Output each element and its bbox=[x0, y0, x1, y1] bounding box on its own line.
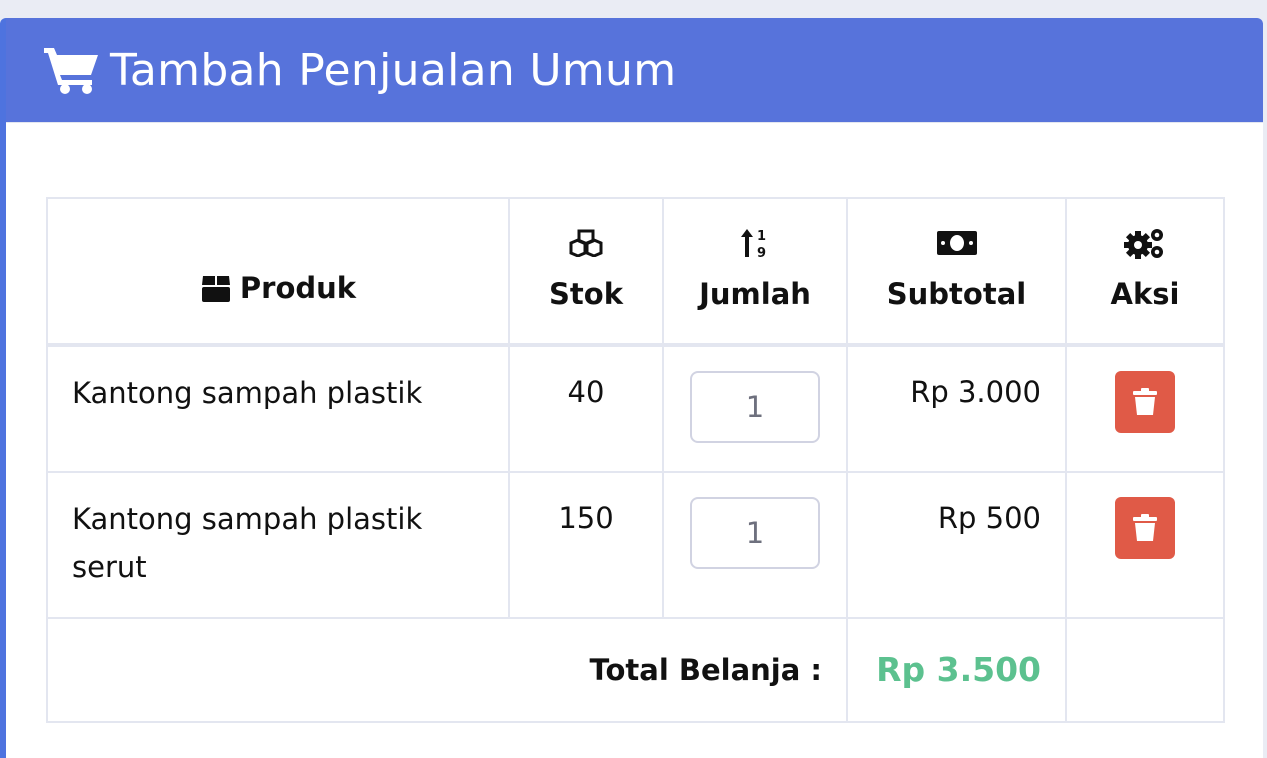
action-cell bbox=[1065, 471, 1225, 619]
quantity-cell bbox=[662, 471, 848, 619]
quantity-cell bbox=[662, 344, 848, 473]
sales-card: Tambah Penjualan Umum Produk Stok 1 9 Ju… bbox=[0, 18, 1263, 758]
card-header: Tambah Penjualan Umum bbox=[6, 18, 1263, 123]
box-icon bbox=[201, 276, 230, 302]
trash-icon bbox=[1133, 388, 1157, 415]
total-value: Rp 3.500 bbox=[846, 617, 1067, 723]
cubes-icon bbox=[569, 229, 603, 257]
product-name: Kantong sampah plastik bbox=[46, 344, 510, 473]
empty-cell bbox=[1065, 617, 1225, 723]
product-name: Kantong sampah plastik serut bbox=[46, 471, 510, 619]
col-header-subtotal: Subtotal bbox=[846, 197, 1067, 347]
cogs-icon bbox=[1124, 229, 1163, 259]
delete-button[interactable] bbox=[1115, 371, 1175, 433]
table-row: Kantong sampah plastik 40 Rp 3.000 bbox=[46, 344, 1225, 473]
quantity-input[interactable] bbox=[690, 371, 820, 443]
page-title: Tambah Penjualan Umum bbox=[110, 44, 677, 96]
subtotal-value: Rp 500 bbox=[846, 471, 1067, 619]
svg-text:9: 9 bbox=[757, 246, 766, 259]
col-label-subtotal: Subtotal bbox=[886, 277, 1027, 311]
col-label-produk: Produk bbox=[239, 271, 357, 305]
trash-icon bbox=[1133, 514, 1157, 541]
col-header-stok: Stok bbox=[508, 197, 664, 347]
sort-numeric-up-icon: 1 9 bbox=[741, 229, 766, 259]
action-cell bbox=[1065, 344, 1225, 473]
stock-value: 150 bbox=[508, 471, 664, 619]
quantity-input[interactable] bbox=[690, 497, 820, 569]
table-row: Kantong sampah plastik serut 150 Rp 500 bbox=[46, 471, 1225, 619]
stock-value: 40 bbox=[508, 344, 664, 473]
col-label-aksi: Aksi bbox=[1110, 277, 1180, 311]
total-row: Total Belanja : Rp 3.500 bbox=[46, 617, 1225, 723]
sales-table: Produk Stok 1 9 Jumlah Subtotal Aksi Kan… bbox=[46, 197, 1225, 723]
col-label-jumlah: Jumlah bbox=[699, 277, 811, 311]
shopping-cart-icon bbox=[44, 48, 98, 94]
total-label: Total Belanja : bbox=[46, 617, 848, 723]
col-header-aksi: Aksi bbox=[1065, 197, 1225, 347]
delete-button[interactable] bbox=[1115, 497, 1175, 559]
svg-text:1: 1 bbox=[757, 229, 766, 244]
money-bill-icon bbox=[936, 231, 977, 255]
col-header-jumlah: 1 9 Jumlah bbox=[662, 197, 848, 347]
col-header-produk: Produk bbox=[46, 197, 510, 347]
subtotal-value: Rp 3.000 bbox=[846, 344, 1067, 473]
col-label-stok: Stok bbox=[549, 277, 623, 311]
